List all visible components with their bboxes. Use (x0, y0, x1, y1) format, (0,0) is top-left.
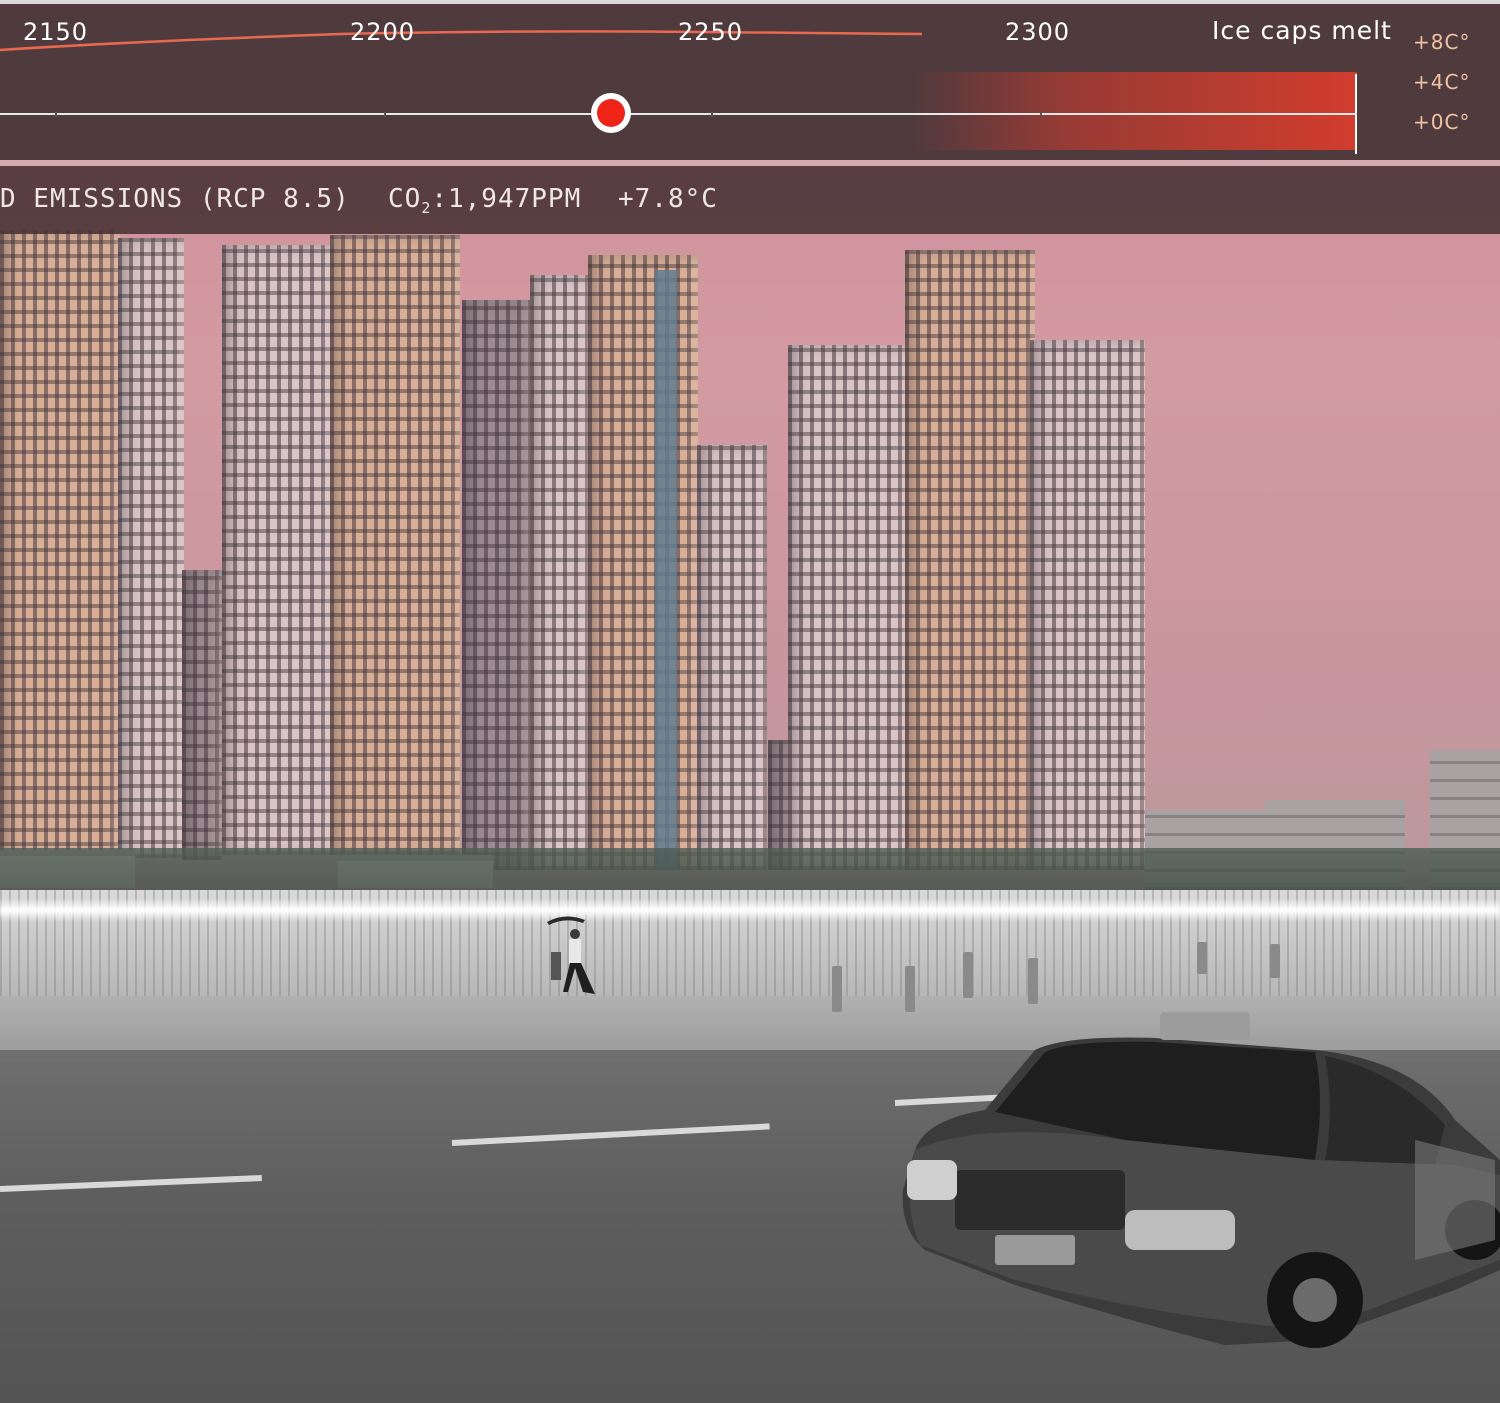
tower-building (697, 445, 767, 870)
co2-value: :1,947PPM (431, 184, 582, 214)
timeline-slider-track[interactable] (0, 113, 1357, 115)
horizon-glow-line (0, 898, 1500, 922)
tower-building (530, 275, 590, 870)
year-label-2300: 2300 (1005, 18, 1071, 46)
tower-building (788, 345, 908, 870)
temp-scale-high: +8C° (1413, 30, 1471, 54)
bollard (963, 952, 973, 998)
temp-scale-low: +0C° (1413, 110, 1471, 134)
timeline-tick (711, 112, 713, 117)
slider-thumb-core (597, 99, 625, 127)
temperature-readout: +7.8°C (618, 184, 718, 214)
tower-building (462, 300, 532, 870)
timeline-tick (1040, 112, 1042, 117)
timeline-tick (55, 112, 57, 117)
timeline-panel: 2150 2200 2250 2300 Ice caps melt +8C° +… (0, 0, 1500, 160)
climate-visualization-view: 2150 2200 2250 2300 Ice caps melt +8C° +… (0, 0, 1500, 1403)
tower-building (1030, 340, 1145, 870)
year-label-2250: 2250 (678, 18, 744, 46)
milestone-label: Ice caps melt (1212, 16, 1392, 45)
bollard (1197, 942, 1207, 974)
co2-readout: CO2:1,947PPM (388, 184, 581, 217)
tower-building (905, 250, 1035, 870)
scenario-status-bar: D EMISSIONS (RCP 8.5) CO2:1,947PPM +7.8°… (0, 166, 1500, 234)
year-label-2200: 2200 (350, 18, 416, 46)
temp-scale-mid: +4C° (1413, 70, 1471, 94)
tower-building (330, 235, 460, 855)
bollard (1270, 944, 1280, 978)
timeline-tick (384, 112, 386, 117)
bollard (1028, 958, 1038, 1004)
co2-subscript: 2 (421, 199, 432, 218)
taxi-car (902, 1012, 1500, 1348)
tower-accent-stripe (655, 270, 677, 870)
tower-building (588, 255, 698, 870)
bollard (832, 966, 842, 1012)
co2-prefix: CO (388, 184, 422, 214)
scenario-name: D EMISSIONS (RCP 8.5) (0, 184, 350, 214)
tower-building (0, 230, 120, 860)
tower-building (222, 245, 332, 855)
pedestrian-with-umbrella (547, 916, 595, 994)
slider-thumb-icon[interactable] (591, 93, 631, 133)
tree-line (0, 848, 1500, 894)
tower-building (118, 238, 184, 858)
tower-building (182, 570, 222, 860)
year-label-2150: 2150 (23, 18, 89, 46)
